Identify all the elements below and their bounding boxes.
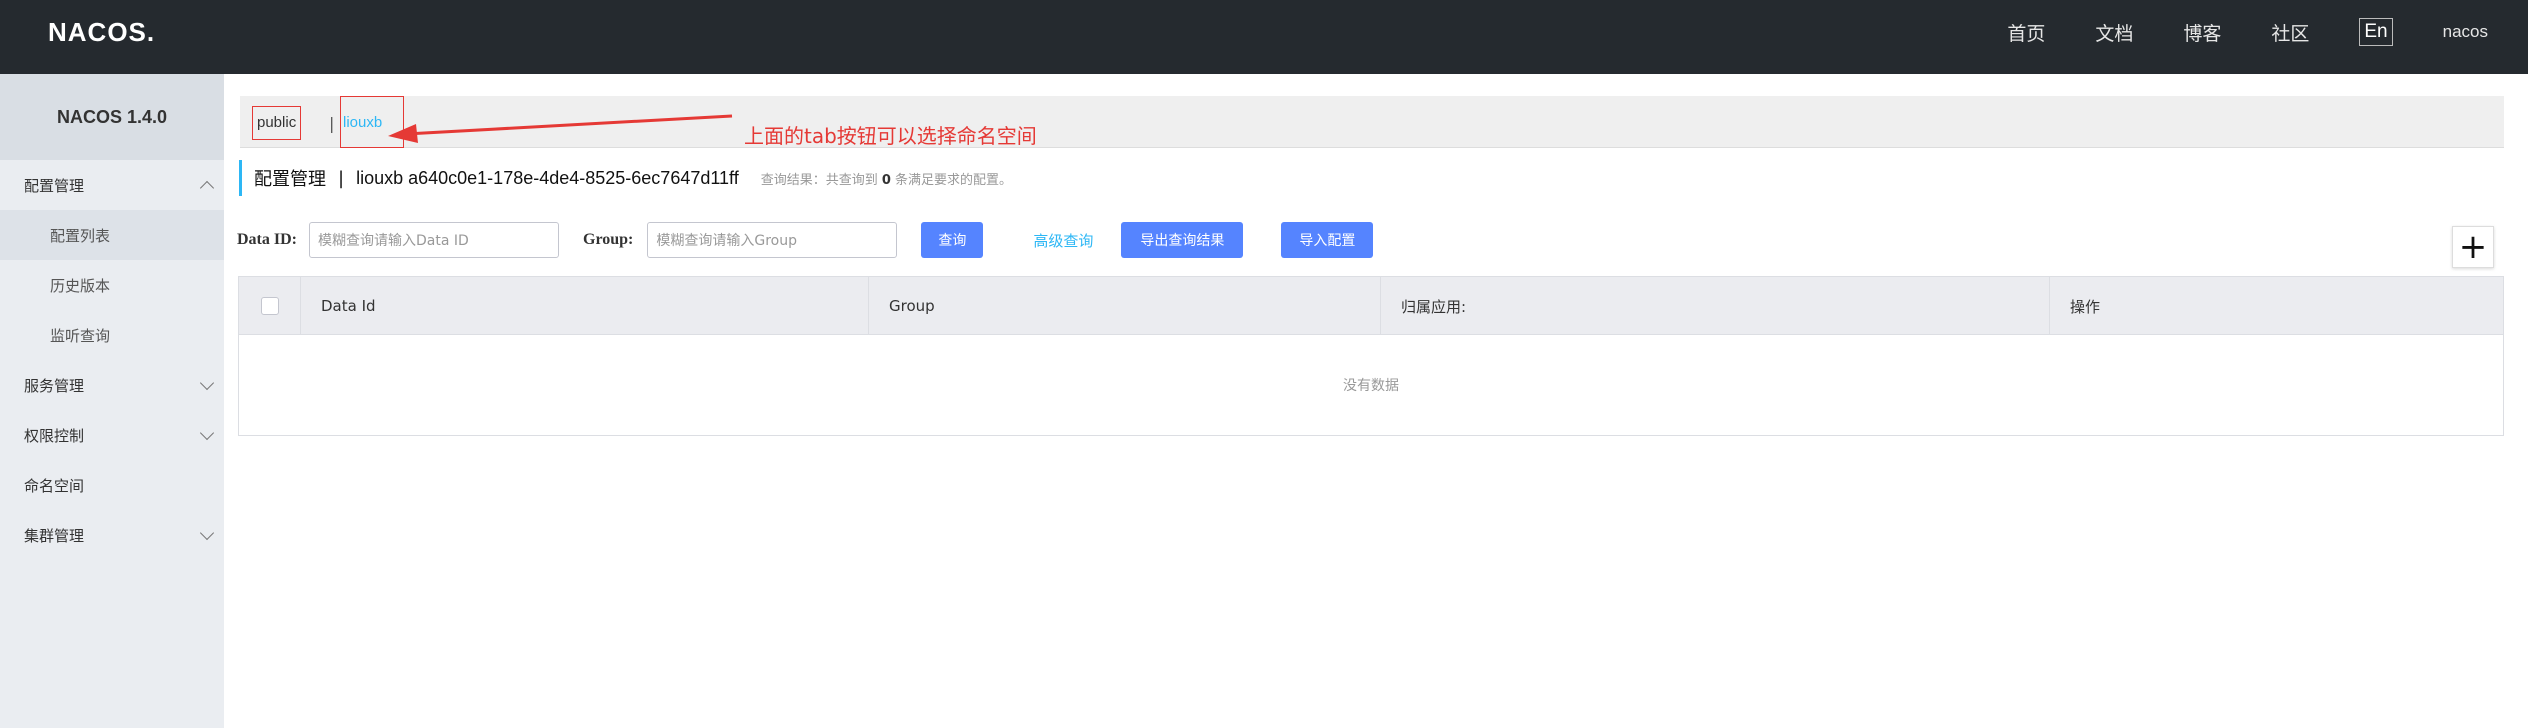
nacos-logo[interactable]: NACOS. — [48, 16, 155, 48]
chevron-down-icon — [199, 525, 215, 541]
data-id-input[interactable]: 模糊查询请输入Data ID — [309, 222, 559, 258]
sidebar-item-service-management[interactable]: 服务管理 — [0, 360, 224, 410]
result-suffix: 条满足要求的配置。 — [890, 172, 1013, 188]
column-header-app[interactable]: 归属应用: — [1381, 277, 2050, 335]
annotation-text: 上面的tab按钮可以选择命名空间 — [744, 124, 1037, 148]
chevron-up-icon — [199, 180, 215, 196]
top-nav: 首页 文档 博客 社区 En nacos — [1982, 0, 2528, 64]
language-toggle-button[interactable]: En — [2359, 18, 2393, 46]
query-button[interactable]: 查询 — [921, 222, 984, 258]
advanced-query-link[interactable]: 高级查询 — [1033, 230, 1093, 251]
data-id-label: Data ID: — [237, 231, 297, 248]
sidebar-item-label: 服务管理 — [24, 376, 85, 395]
sidebar-item-cluster-management[interactable]: 集群管理 — [0, 510, 224, 560]
chevron-down-icon — [199, 375, 215, 391]
sidebar: NACOS 1.4.0 配置管理 配置列表 历史版本 监听查询 服务管理 权限控… — [0, 74, 224, 728]
table-header: Data Id Group 归属应用: 操作 — [239, 277, 2503, 335]
empty-text: 没有数据 — [1343, 378, 1399, 394]
namespace-separator: | — [329, 114, 335, 133]
title-separator: | — [338, 167, 345, 189]
result-count: 0 — [881, 172, 891, 188]
chevron-down-icon — [199, 425, 215, 441]
sidebar-item-label: 权限控制 — [24, 426, 85, 445]
export-results-button[interactable]: 导出查询结果 — [1121, 222, 1244, 258]
column-header-group[interactable]: Group — [869, 277, 1381, 335]
sidebar-item-config-management[interactable]: 配置管理 — [0, 160, 224, 210]
nav-docs[interactable]: 文档 — [2070, 19, 2158, 46]
logo-text: NACOS. — [48, 16, 156, 47]
data-id-placeholder: 模糊查询请输入Data ID — [318, 233, 469, 249]
sidebar-item-history[interactable]: 历史版本 — [0, 260, 224, 310]
nav-blog[interactable]: 博客 — [2158, 19, 2246, 46]
column-header-data-id[interactable]: Data Id — [301, 277, 869, 335]
sidebar-item-label: 监听查询 — [50, 326, 111, 345]
nav-community[interactable]: 社区 — [2246, 19, 2334, 46]
sidebar-item-label: 历史版本 — [50, 276, 111, 295]
namespace-tab-public[interactable]: public — [252, 106, 302, 140]
top-header: NACOS. 首页 文档 博客 社区 En nacos — [0, 0, 2528, 74]
sidebar-item-listener-query[interactable]: 监听查询 — [0, 310, 224, 360]
sidebar-item-label: 集群管理 — [24, 526, 85, 545]
group-input[interactable]: 模糊查询请输入Group — [647, 222, 898, 258]
table-empty-state: 没有数据 — [239, 335, 2503, 435]
sidebar-item-label: 配置管理 — [24, 176, 85, 195]
sidebar-item-label: 命名空间 — [24, 476, 85, 495]
namespace-tabs: public | liouxb — [240, 96, 2504, 148]
namespace-id: liouxb a640c0e1-178e-4de4-8525-6ec7647d1… — [356, 167, 739, 188]
group-label: Group: — [583, 231, 634, 248]
sidebar-item-label: 配置列表 — [50, 226, 111, 245]
config-table: Data Id Group 归属应用: 操作 没有数据 — [238, 276, 2504, 436]
sidebar-title: NACOS 1.4.0 — [0, 74, 224, 160]
sidebar-item-namespace[interactable]: 命名空间 — [0, 460, 224, 510]
sidebar-item-access-control[interactable]: 权限控制 — [0, 410, 224, 460]
query-result-summary: 查询结果：共查询到 0 条满足要求的配置。 — [761, 169, 1012, 188]
group-placeholder: 模糊查询请输入Group — [656, 233, 798, 249]
page-title-text: 配置管理 — [254, 169, 326, 190]
result-prefix: 查询结果：共查询到 — [760, 172, 882, 188]
main-content: public | liouxb 上面的tab按钮可以选择命名空间 配置管理 | … — [224, 74, 2528, 728]
add-config-button[interactable]: + — [2452, 226, 2494, 268]
select-all-checkbox[interactable] — [260, 297, 279, 315]
search-bar: Data ID: 模糊查询请输入Data ID Group: 模糊查询请输入Gr… — [237, 222, 1374, 258]
page-title: 配置管理 | liouxb a640c0e1-178e-4de4-8525-6e… — [239, 160, 1012, 196]
column-header-actions: 操作 — [2070, 297, 2101, 316]
user-menu[interactable]: nacos — [2443, 22, 2488, 42]
namespace-tab-liouxb[interactable]: liouxb — [340, 96, 404, 148]
nav-home[interactable]: 首页 — [1982, 19, 2070, 46]
sidebar-item-config-list[interactable]: 配置列表 — [0, 210, 224, 260]
select-all-cell — [239, 277, 301, 335]
import-config-button[interactable]: 导入配置 — [1281, 222, 1374, 258]
